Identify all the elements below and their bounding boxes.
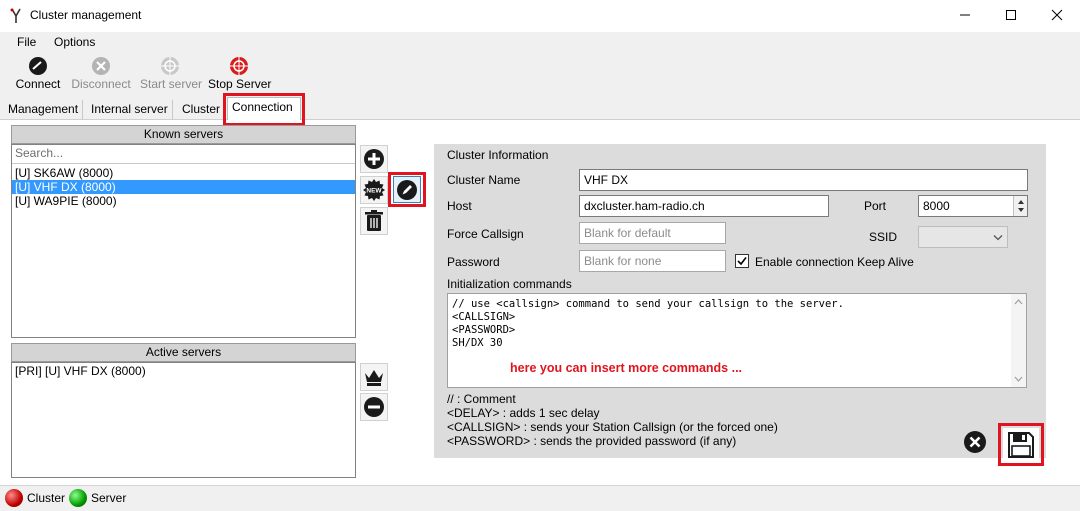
delete-server-button[interactable] [360, 207, 388, 235]
cluster-info-title: Cluster Information [447, 148, 549, 162]
help-line: <PASSWORD> : sends the provided password… [447, 434, 737, 448]
keepalive-label: Enable connection Keep Alive [755, 255, 914, 269]
textarea-scrollbar[interactable] [1011, 294, 1026, 387]
start-server-button[interactable]: Start server [140, 56, 203, 96]
help-line: // : Comment [447, 392, 516, 406]
known-servers-header: Known servers [11, 125, 356, 144]
spinner-arrows-icon [1018, 200, 1024, 212]
highlight-connection-tab [223, 93, 305, 126]
stop-server-label: Stop Server [208, 77, 272, 91]
server-status-label: Server [91, 491, 127, 505]
stop-server-icon [230, 57, 248, 75]
add-server-button[interactable] [360, 145, 388, 173]
ssid-dropdown[interactable] [918, 226, 1008, 248]
connect-button[interactable]: Connect [14, 56, 62, 96]
maximize-icon [1006, 10, 1016, 20]
known-server-item-selected[interactable]: [U] VHF DX (8000) [12, 180, 355, 194]
password-input[interactable]: Blank for none [579, 250, 726, 272]
new-badge-text: NEW [366, 188, 382, 195]
host-label: Host [447, 199, 472, 213]
ssid-label: SSID [869, 230, 898, 244]
active-servers-list [11, 362, 356, 478]
disconnect-icon [92, 57, 110, 75]
title-bar [0, 0, 1080, 32]
scroll-arrows-icon [1014, 299, 1023, 382]
disconnect-button[interactable]: Disconnect [70, 56, 132, 96]
set-primary-button[interactable] [360, 363, 388, 391]
crown-icon [365, 370, 383, 386]
cancel-icon [964, 431, 986, 453]
status-bar [0, 485, 1080, 511]
tab-internal-server[interactable]: Internal server [87, 100, 173, 119]
checkmark-icon [737, 257, 747, 266]
new-server-button[interactable]: NEW [360, 176, 388, 204]
start-server-label: Start server [140, 77, 203, 91]
init-line: <CALLSIGN> [452, 311, 516, 323]
active-servers-header: Active servers [11, 343, 356, 362]
remove-active-button[interactable] [360, 393, 388, 421]
cluster-name-input[interactable]: VHF DX [579, 169, 1028, 191]
tab-cluster[interactable]: Cluster [178, 100, 226, 119]
known-servers-items: [U] SK6AW (8000) [U] VHF DX (8000) [U] W… [12, 166, 355, 208]
disconnect-label: Disconnect [71, 77, 131, 91]
server-status-led [69, 489, 87, 507]
known-server-item[interactable]: [U] WA9PIE (8000) [12, 194, 355, 208]
new-badge-icon: NEW [363, 179, 385, 201]
connect-label: Connect [15, 77, 61, 91]
menu-file[interactable]: File [17, 35, 36, 49]
floppy-disk-icon [1008, 431, 1034, 458]
keepalive-checkbox[interactable] [735, 254, 749, 268]
port-value: 8000 [923, 199, 950, 213]
init-commands-text: // use <callsign> command to send your c… [452, 298, 844, 350]
init-commands-label: Initialization commands [447, 277, 572, 291]
window-title: Cluster management [30, 8, 142, 22]
init-line: // use <callsign> command to send your c… [452, 298, 844, 310]
cancel-button[interactable] [960, 428, 990, 456]
help-line: <DELAY> : adds 1 sec delay [447, 406, 600, 420]
help-text: // : Comment <DELAY> : adds 1 sec delay … [447, 392, 778, 448]
port-spinner[interactable] [1013, 196, 1027, 216]
active-server-item[interactable]: [PRI] [U] VHF DX (8000) [12, 364, 355, 378]
chevron-down-icon [993, 235, 1003, 241]
tab-management[interactable]: Management [4, 100, 84, 119]
server-search-input[interactable]: Search... [12, 144, 355, 164]
connect-icon [29, 57, 47, 75]
port-input[interactable]: 8000 [918, 195, 1028, 217]
cluster-name-label: Cluster Name [447, 173, 521, 187]
minimize-icon [960, 14, 970, 16]
start-server-icon [161, 57, 179, 75]
pencil-icon [397, 179, 417, 200]
minus-icon [364, 397, 384, 417]
minimize-button[interactable] [942, 0, 988, 30]
edit-server-button[interactable] [393, 176, 421, 203]
save-button[interactable] [1003, 428, 1039, 461]
stop-server-button[interactable]: Stop Server [208, 56, 272, 96]
active-servers-items: [PRI] [U] VHF DX (8000) [12, 364, 355, 378]
close-window-button[interactable] [1034, 0, 1080, 30]
init-commands-textarea[interactable]: // use <callsign> command to send your c… [447, 293, 1027, 388]
menu-options[interactable]: Options [54, 35, 95, 49]
force-callsign-label: Force Callsign [447, 227, 524, 241]
maximize-button[interactable] [988, 0, 1034, 30]
annotation-text: here you can insert more commands ... [510, 361, 743, 375]
force-callsign-input[interactable]: Blank for default [579, 222, 726, 244]
init-line: SH/DX 30 [452, 337, 503, 349]
cluster-status-led [5, 489, 23, 507]
plus-icon [364, 149, 384, 169]
close-icon [1051, 9, 1063, 21]
host-input[interactable]: dxcluster.ham-radio.ch [579, 195, 829, 217]
menu-bar [0, 32, 1080, 54]
trash-icon [365, 210, 383, 231]
port-label: Port [864, 199, 887, 213]
init-line: <PASSWORD> [452, 324, 516, 336]
help-line: <CALLSIGN> : sends your Station Callsign… [447, 420, 778, 434]
cluster-status-label: Cluster [27, 491, 66, 505]
known-server-item[interactable]: [U] SK6AW (8000) [12, 166, 355, 180]
app-icon [9, 7, 23, 25]
password-label: Password [447, 255, 500, 269]
